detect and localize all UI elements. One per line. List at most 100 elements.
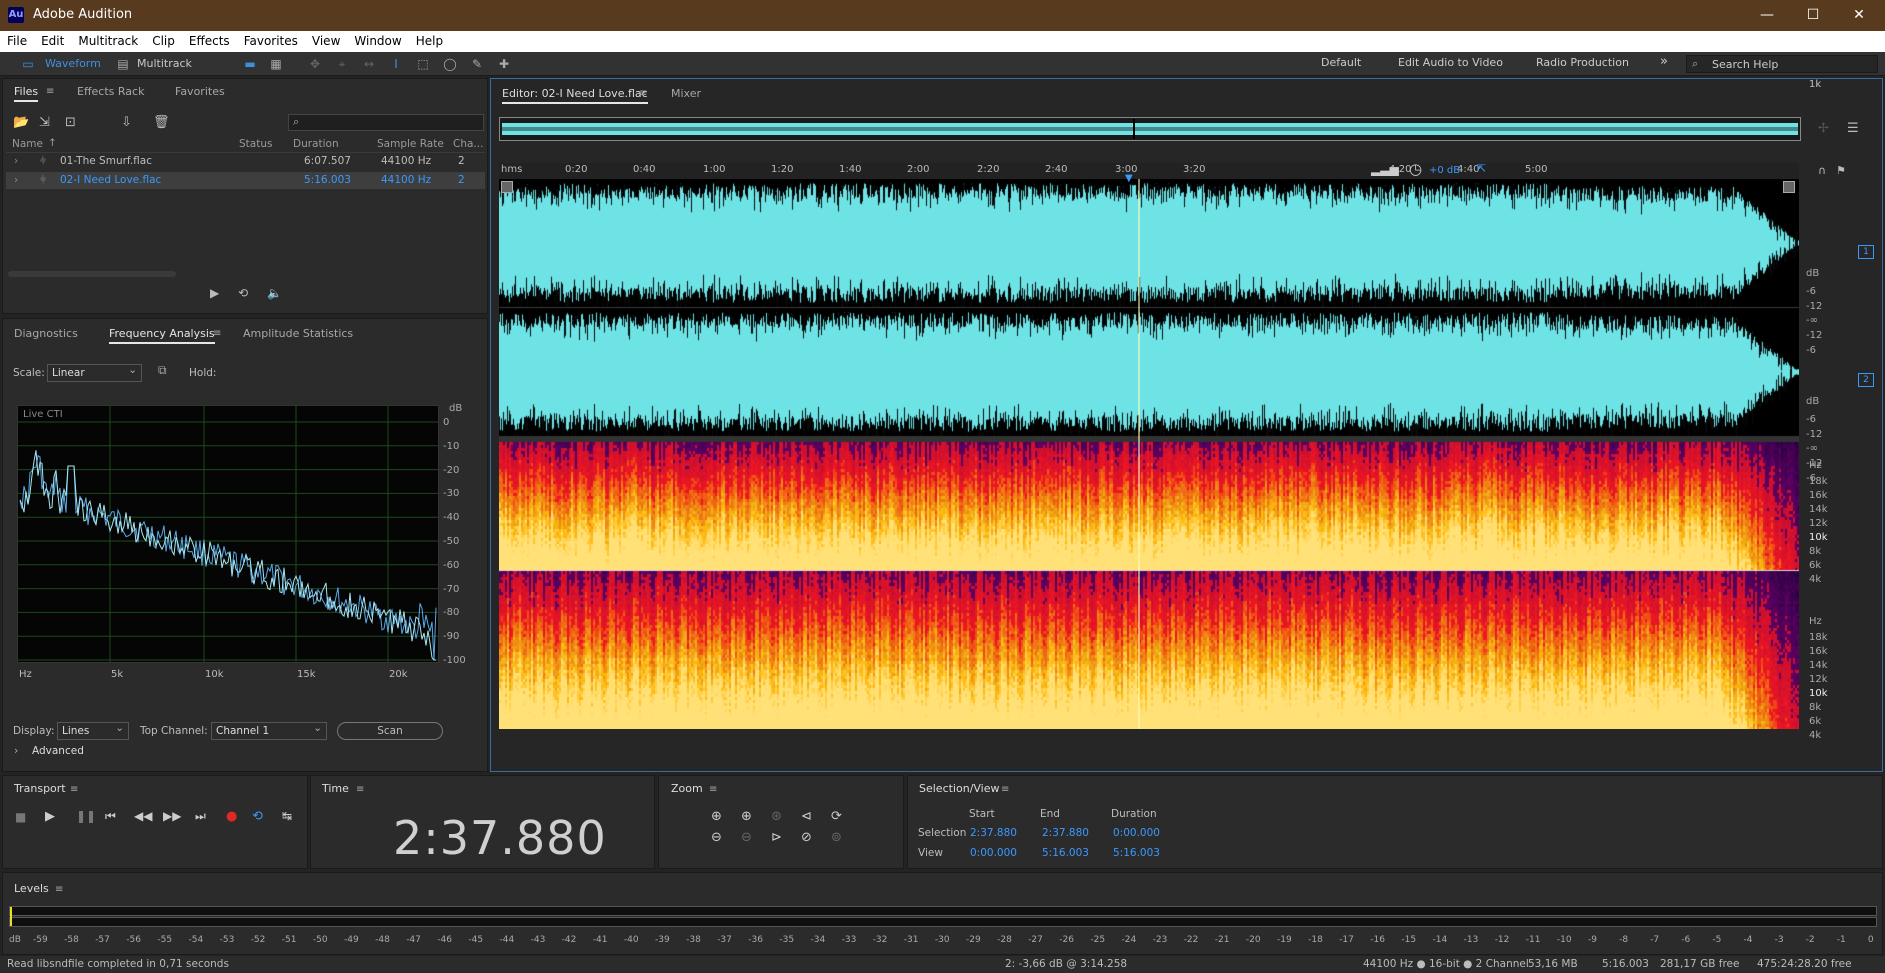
zoom-reset-icon[interactable]: ⟳ <box>831 809 842 824</box>
close-button[interactable]: ✕ <box>1836 4 1882 26</box>
tab-frequency-analysis[interactable]: Frequency Analysis <box>109 324 215 344</box>
minimize-button[interactable]: — <box>1744 4 1790 26</box>
pause-icon[interactable]: ❚❚ <box>76 809 96 823</box>
zoom-nav-icon[interactable]: ✢ <box>1818 121 1829 136</box>
pin-hud-icon[interactable]: ⇱ <box>1477 162 1486 175</box>
maximize-button[interactable]: ☐ <box>1790 4 1836 26</box>
multitrack-button[interactable]: Multitrack <box>137 55 192 73</box>
col-duration[interactable]: Duration <box>293 138 339 150</box>
menu-window[interactable]: Window <box>347 31 408 50</box>
menu-effects[interactable]: Effects <box>182 31 237 50</box>
view-duration[interactable]: 5:16.003 <box>1113 847 1160 859</box>
file-row[interactable]: › ⫩ 01-The Smurf.flac 6:07.507 44100 Hz … <box>6 153 485 170</box>
panel-menu-icon[interactable]: ≡ <box>709 784 717 795</box>
view-end[interactable]: 5:16.003 <box>1042 847 1089 859</box>
previous-icon[interactable]: ⏮ <box>105 809 116 824</box>
zoom-out-amplitude-icon[interactable]: ⊖ <box>711 830 722 845</box>
stop-icon[interactable]: ■ <box>15 810 26 824</box>
panel-menu-icon[interactable]: ≡ <box>356 784 364 795</box>
brush-tool-icon[interactable]: ✎ <box>469 56 485 72</box>
menu-view[interactable]: View <box>305 31 347 50</box>
workspace-default[interactable]: Default <box>1321 56 1361 69</box>
panel-menu-icon[interactable]: ≡ <box>70 784 78 795</box>
menu-clip[interactable]: Clip <box>145 31 182 50</box>
open-file-icon[interactable]: 📂 <box>13 115 29 130</box>
menu-favorites[interactable]: Favorites <box>237 31 305 50</box>
time-selection-tool-icon[interactable]: I <box>388 56 404 72</box>
loop-preview-icon[interactable]: ⟲ <box>238 286 248 300</box>
zoom-to-marker-icon[interactable]: ⊚ <box>831 830 842 845</box>
zoom-in-amplitude-icon[interactable]: ⊕ <box>711 809 722 824</box>
play-icon[interactable]: ▶ <box>45 809 55 824</box>
playhead-marker-icon[interactable]: ▼ <box>1125 173 1137 184</box>
gain-knob-icon[interactable]: ◷ <box>1409 160 1422 178</box>
zoom-selection-icon[interactable]: ⊛ <box>771 809 782 824</box>
zoom-out-full-icon[interactable]: ⊘ <box>801 830 812 845</box>
search-help-box[interactable]: ⌕ Search Help <box>1686 55 1878 73</box>
record-icon[interactable]: ● <box>226 809 237 824</box>
col-name[interactable]: Name <box>12 138 43 150</box>
col-status[interactable]: Status <box>239 138 272 150</box>
selection-end[interactable]: 2:37.880 <box>1042 827 1089 839</box>
delete-file-icon[interactable]: 🗑 <box>153 115 170 130</box>
menu-file[interactable]: File <box>0 31 34 50</box>
skip-selection-icon[interactable]: ↹ <box>282 809 292 823</box>
razor-tool-icon[interactable]: ⌖ <box>334 56 350 72</box>
waveform-area[interactable] <box>499 179 1799 729</box>
tab-editor[interactable]: Editor: 02-I Need Love.flac <box>502 84 648 104</box>
marquee-tool-icon[interactable]: ⬚ <box>415 56 431 72</box>
panel-menu-icon[interactable]: ≡ <box>1001 784 1009 795</box>
panel-menu-icon[interactable]: ≡ <box>55 884 63 895</box>
horizontal-scrollbar[interactable] <box>8 271 176 277</box>
channel-2-toggle[interactable]: 2 <box>1858 373 1874 387</box>
loop-playback-icon[interactable]: ⟲ <box>252 809 263 824</box>
scale-dropdown[interactable]: Linear <box>47 362 142 382</box>
tab-diagnostics[interactable]: Diagnostics <box>14 324 78 344</box>
tab-effects-rack[interactable]: Effects Rack <box>77 82 144 102</box>
fade-in-handle[interactable] <box>501 181 513 193</box>
gain-value[interactable]: +0 dB <box>1429 165 1460 176</box>
spot-healing-tool-icon[interactable]: ✚ <box>496 56 512 72</box>
files-search-input[interactable]: ⌕ <box>288 114 484 131</box>
current-time-display[interactable]: 2:37.880 <box>393 811 607 865</box>
autoplay-icon[interactable]: 🔈 <box>267 286 282 300</box>
col-sample-rate[interactable]: Sample Rate <box>377 138 444 150</box>
show-spectral-icon[interactable]: ▦ <box>268 56 284 72</box>
import-file-icon[interactable]: ⇲ <box>39 115 50 130</box>
selection-start[interactable]: 2:37.880 <box>970 827 1017 839</box>
panel-menu-icon[interactable]: ≡ <box>46 86 54 97</box>
file-row-selected[interactable]: › ⫩ 02-I Need Love.flac 5:16.003 44100 H… <box>6 172 485 189</box>
workspace-radio-production[interactable]: Radio Production <box>1536 56 1629 69</box>
panel-menu-icon[interactable]: ≡ <box>213 328 221 339</box>
tab-amplitude-statistics[interactable]: Amplitude Statistics <box>243 324 353 344</box>
tab-favorites[interactable]: Favorites <box>175 82 225 102</box>
channel-1-toggle[interactable]: 1 <box>1858 245 1874 259</box>
new-file-icon[interactable]: ⊡ <box>65 115 76 130</box>
next-icon[interactable]: ⏭ <box>195 809 206 824</box>
scan-button[interactable]: Scan <box>337 722 443 740</box>
fast-forward-icon[interactable]: ▶▶ <box>163 809 181 823</box>
zoom-in-time-icon[interactable]: ⊕ <box>741 809 752 824</box>
zoom-out-time-icon[interactable]: ⊖ <box>741 830 752 845</box>
col-channels[interactable]: Cha... <box>453 138 483 150</box>
menu-help[interactable]: Help <box>409 31 450 50</box>
display-dropdown[interactable]: Lines <box>57 720 129 740</box>
zoom-in-point-icon[interactable]: ⊲ <box>801 809 812 824</box>
overview-navigator[interactable] <box>499 117 1801 141</box>
waveform-button[interactable]: Waveform <box>45 55 101 73</box>
view-start[interactable]: 0:00.000 <box>970 847 1017 859</box>
selection-duration[interactable]: 0:00.000 <box>1113 827 1160 839</box>
slip-tool-icon[interactable]: ↔ <box>361 56 377 72</box>
insert-file-icon[interactable]: ⇩ <box>121 115 132 130</box>
menu-multitrack[interactable]: Multitrack <box>71 31 145 50</box>
more-workspaces-icon[interactable]: » <box>1660 54 1668 69</box>
playhead-line[interactable] <box>1138 179 1140 729</box>
advanced-toggle[interactable]: Advanced <box>32 745 84 757</box>
play-preview-icon[interactable]: ▶ <box>210 286 219 300</box>
tab-mixer[interactable]: Mixer <box>671 84 701 104</box>
search-help-placeholder[interactable]: Search Help <box>1712 58 1778 71</box>
panel-menu-icon[interactable]: ≡ <box>639 88 647 99</box>
copy-icon[interactable]: ⧉ <box>158 363 167 378</box>
top-channel-dropdown[interactable]: Channel 1 <box>211 720 327 740</box>
fade-out-handle[interactable] <box>1783 181 1795 193</box>
